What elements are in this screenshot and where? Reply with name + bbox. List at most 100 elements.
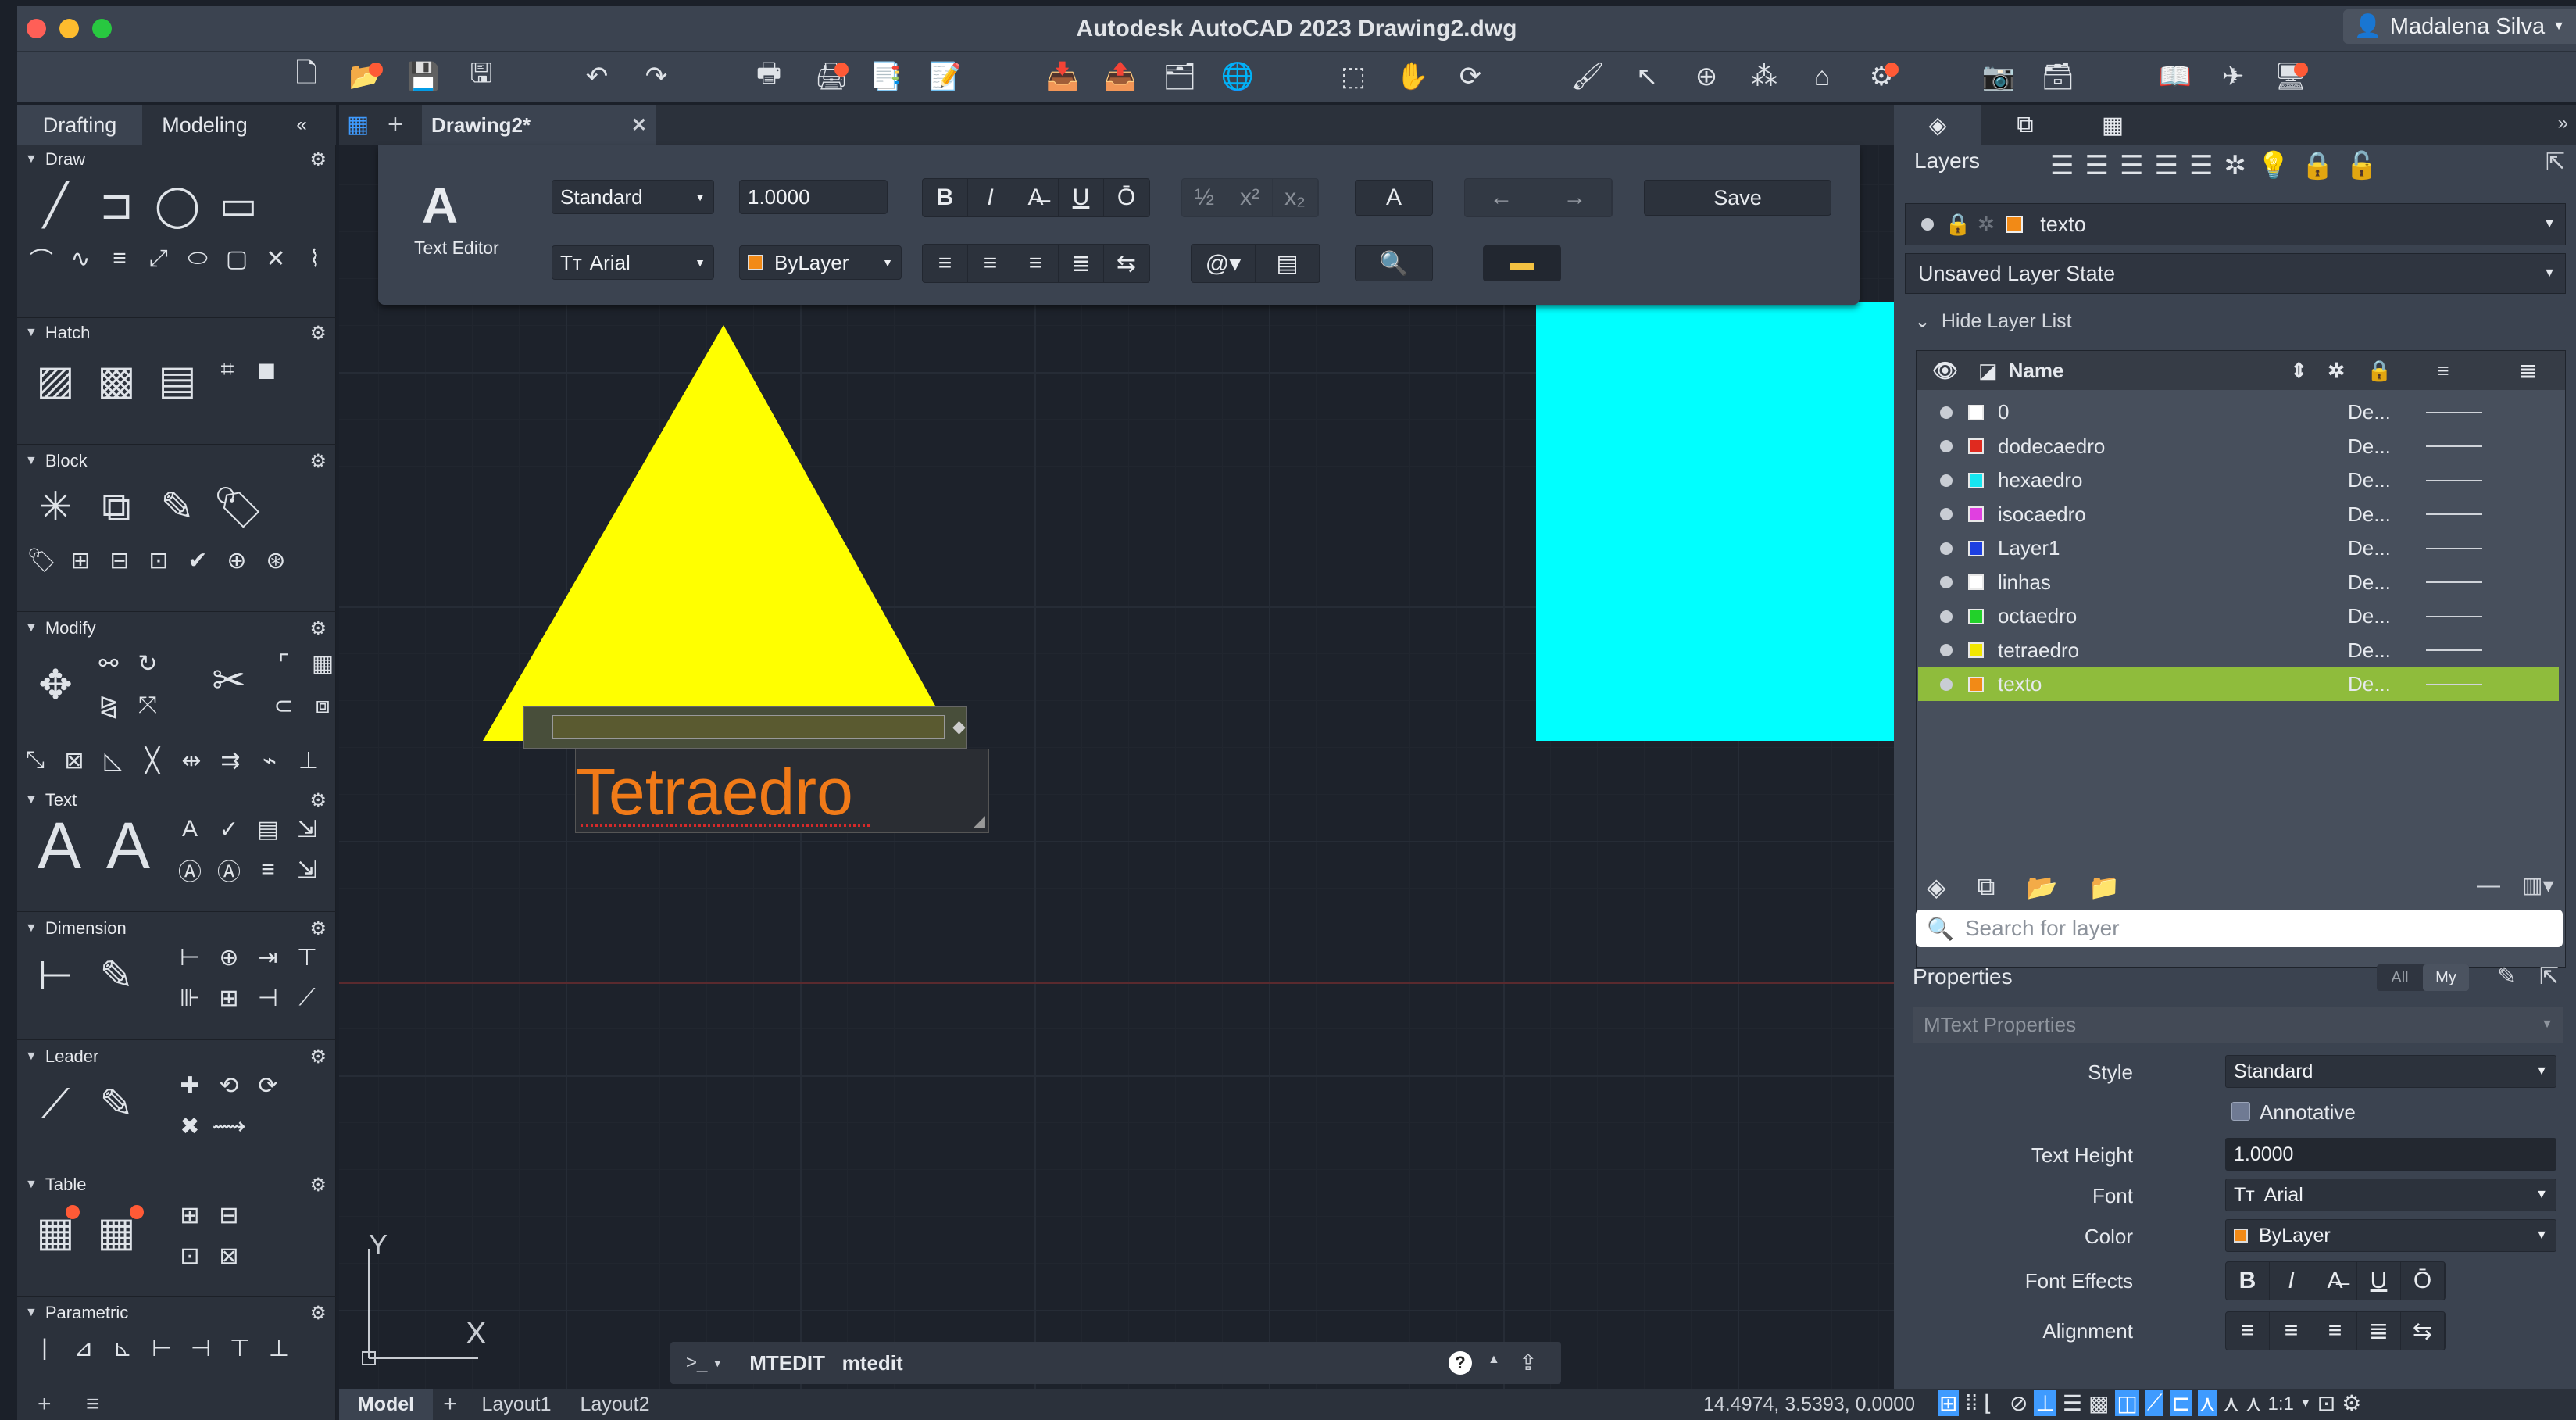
gear-icon[interactable]: ⚙ xyxy=(309,789,327,812)
lock-col-icon[interactable]: 🔒 xyxy=(2367,359,2392,383)
align-left-icon[interactable]: ≡ xyxy=(2226,1312,2270,1350)
layer-color-swatch[interactable] xyxy=(1968,540,1984,556)
hatch-edit-icon[interactable]: ▩ xyxy=(89,353,144,408)
transparency-icon[interactable]: ▩ xyxy=(2088,1390,2109,1416)
dynamic-ucs-icon[interactable]: ⋏ xyxy=(2197,1390,2217,1416)
trim-tool-icon[interactable]: ✂ xyxy=(202,653,256,708)
find-text-icon[interactable]: Ⓐ xyxy=(173,853,206,886)
expand-panel-icon[interactable]: » xyxy=(2558,113,2568,134)
multileader-icon[interactable]: ⟋ xyxy=(28,1077,83,1132)
batch-plot-icon[interactable]: 🖨 xyxy=(814,59,849,94)
selection-cycling-icon[interactable]: ◫ xyxy=(2115,1390,2139,1416)
italic-icon[interactable]: I xyxy=(2270,1262,2313,1300)
freeze-icon[interactable]: ✲ xyxy=(2224,150,2246,181)
display-icon[interactable]: 🖥 xyxy=(2274,59,2308,94)
render-icon[interactable]: 📷 xyxy=(1981,59,2016,94)
add-palette-icon[interactable]: + xyxy=(38,1391,52,1418)
tab-drafting[interactable]: Drafting xyxy=(17,105,142,145)
popout-icon[interactable]: ⇱ xyxy=(2546,148,2565,176)
user-account-button[interactable]: 👤 Madalena Silva ▼ xyxy=(2342,9,2576,44)
underline-icon[interactable]: U xyxy=(2357,1262,2401,1300)
visibility-dot[interactable] xyxy=(1940,406,1953,419)
italic-icon[interactable]: I xyxy=(968,179,1013,216)
multiline-text-icon[interactable]: A xyxy=(28,809,91,882)
align-left-icon[interactable]: ≡ xyxy=(923,245,968,282)
layer-lineweight[interactable] xyxy=(2426,547,2482,549)
gear-icon[interactable]: ⚙ xyxy=(309,917,327,940)
layer-lineweight[interactable] xyxy=(2426,445,2482,447)
break-tool-icon[interactable]: ╳ xyxy=(136,744,169,777)
linetype-col-icon[interactable]: ≡ xyxy=(2437,359,2449,383)
justify-text-icon[interactable]: ≡ xyxy=(252,853,284,886)
book-icon[interactable]: 📖 xyxy=(2158,59,2192,94)
explode-tool-icon[interactable]: ⊠ xyxy=(58,744,91,777)
create-block-icon[interactable]: ⧉ xyxy=(89,480,144,535)
block-editor-icon[interactable]: ✎ xyxy=(150,480,205,535)
gear-icon[interactable]: ⚙ xyxy=(309,617,327,640)
linear-constraint-icon[interactable]: ⊢ xyxy=(145,1332,178,1365)
offset-tool-icon[interactable]: ⊂ xyxy=(267,689,300,722)
text-height-input[interactable]: 1.0000 xyxy=(2225,1138,2556,1171)
pan-hand-icon[interactable]: ✋ xyxy=(1395,59,1430,94)
tetrahedron-triangle[interactable] xyxy=(483,325,955,741)
stack-icon[interactable]: ½ xyxy=(1182,179,1227,216)
layer-row[interactable]: Layer1 De... xyxy=(1918,531,2559,565)
resize-grip-icon[interactable]: ◢ xyxy=(974,811,985,831)
section-header-leader[interactable]: ▼ Leader ⚙ xyxy=(17,1043,336,1071)
fillet-tool-icon[interactable]: ⌜ xyxy=(267,647,300,680)
subscript-icon[interactable]: x₂ xyxy=(1273,179,1318,216)
mirror-tool-icon[interactable]: ⧎ xyxy=(92,689,125,722)
chevron-up-icon[interactable]: ▲ xyxy=(1488,1353,1500,1367)
layer-row[interactable]: texto De... xyxy=(1918,667,2559,701)
infer-icon[interactable]: ⌊ xyxy=(1984,1390,1992,1416)
hexahedron-square[interactable] xyxy=(1536,302,1894,741)
define-attribute-icon[interactable]: 🏷 xyxy=(25,544,58,577)
strikethrough-icon[interactable]: A̶ xyxy=(1013,179,1059,216)
section-header-modify[interactable]: ▼ Modify ⚙ xyxy=(17,614,336,642)
overline-icon[interactable]: Ō xyxy=(2401,1262,2445,1300)
lengthen-tool-icon[interactable]: ⇉ xyxy=(214,744,247,777)
orbit-icon[interactable]: ⟳ xyxy=(1453,59,1488,94)
oblique-dimension-icon[interactable]: ⟋ xyxy=(291,982,323,1014)
tab-layout1[interactable]: Layout1 xyxy=(467,1389,566,1420)
section-header-parametric[interactable]: ▼ Parametric ⚙ xyxy=(17,1299,336,1327)
help-icon[interactable]: ? xyxy=(1449,1351,1472,1375)
layer-states-icon[interactable]: ⊕ xyxy=(1689,59,1724,94)
layer-lineweight[interactable] xyxy=(2426,581,2482,583)
tab-layout2[interactable]: Layout2 xyxy=(566,1389,664,1420)
find-replace-icon[interactable]: 🔍 xyxy=(1355,245,1433,281)
osnap-icon[interactable]: ⟋ xyxy=(2145,1390,2164,1416)
popout-icon[interactable]: ⇱ xyxy=(2539,963,2559,990)
mtext-editor[interactable]: Tetraedro ◢ xyxy=(575,749,989,833)
layer-row[interactable]: hexaedro De... xyxy=(1918,463,2559,497)
new-tab-icon[interactable]: + xyxy=(388,109,403,140)
redo-icon[interactable]: ↷ xyxy=(639,59,673,94)
font-dropdown[interactable]: Tт Arial ▼ xyxy=(2225,1179,2556,1211)
3d-osnap-icon[interactable]: ⊏ xyxy=(2170,1390,2192,1416)
spline-tool-icon[interactable]: ∿ xyxy=(64,242,97,275)
radius-constraint-icon[interactable]: ⊣ xyxy=(184,1332,217,1365)
layer-lineweight[interactable] xyxy=(2426,513,2482,515)
line-tool-icon[interactable]: ╱ xyxy=(28,178,83,233)
publish-icon[interactable]: 📑 xyxy=(869,59,903,94)
align-center-icon[interactable]: ≡ xyxy=(2270,1312,2313,1350)
layer-color-swatch[interactable] xyxy=(1968,472,1984,488)
chevron-down-icon[interactable]: ▼ xyxy=(712,1357,723,1369)
settings-gear-icon[interactable]: ⚙ xyxy=(2342,1390,2361,1416)
dimension-style-icon[interactable]: ✎ xyxy=(89,949,144,1003)
symbol-icon[interactable]: @▾ xyxy=(1192,245,1256,282)
annotation-visibility-icon[interactable]: ⋏ xyxy=(2223,1390,2239,1416)
xline-tool-icon[interactable]: ✕ xyxy=(259,242,292,275)
mtext-ruler[interactable]: ◆ xyxy=(523,706,967,749)
layer-color-swatch[interactable] xyxy=(1968,404,1984,420)
radius-dimension-icon[interactable]: ⊕ xyxy=(213,941,245,974)
align-center-icon[interactable]: ≡ xyxy=(968,245,1013,282)
visibility-dot[interactable] xyxy=(1940,474,1953,487)
save-as-icon[interactable]: 🖫 xyxy=(464,59,498,94)
current-layer-dropdown[interactable]: 🔒 ✲ texto ▼ xyxy=(1905,203,2566,245)
layer-color-swatch[interactable] xyxy=(1968,608,1984,624)
layer-lineweight[interactable] xyxy=(2426,479,2482,481)
spell-check-icon[interactable]: ✓ xyxy=(213,813,245,846)
bold-icon[interactable]: B xyxy=(2226,1262,2270,1300)
layer-linetype[interactable]: De... xyxy=(2348,604,2426,628)
